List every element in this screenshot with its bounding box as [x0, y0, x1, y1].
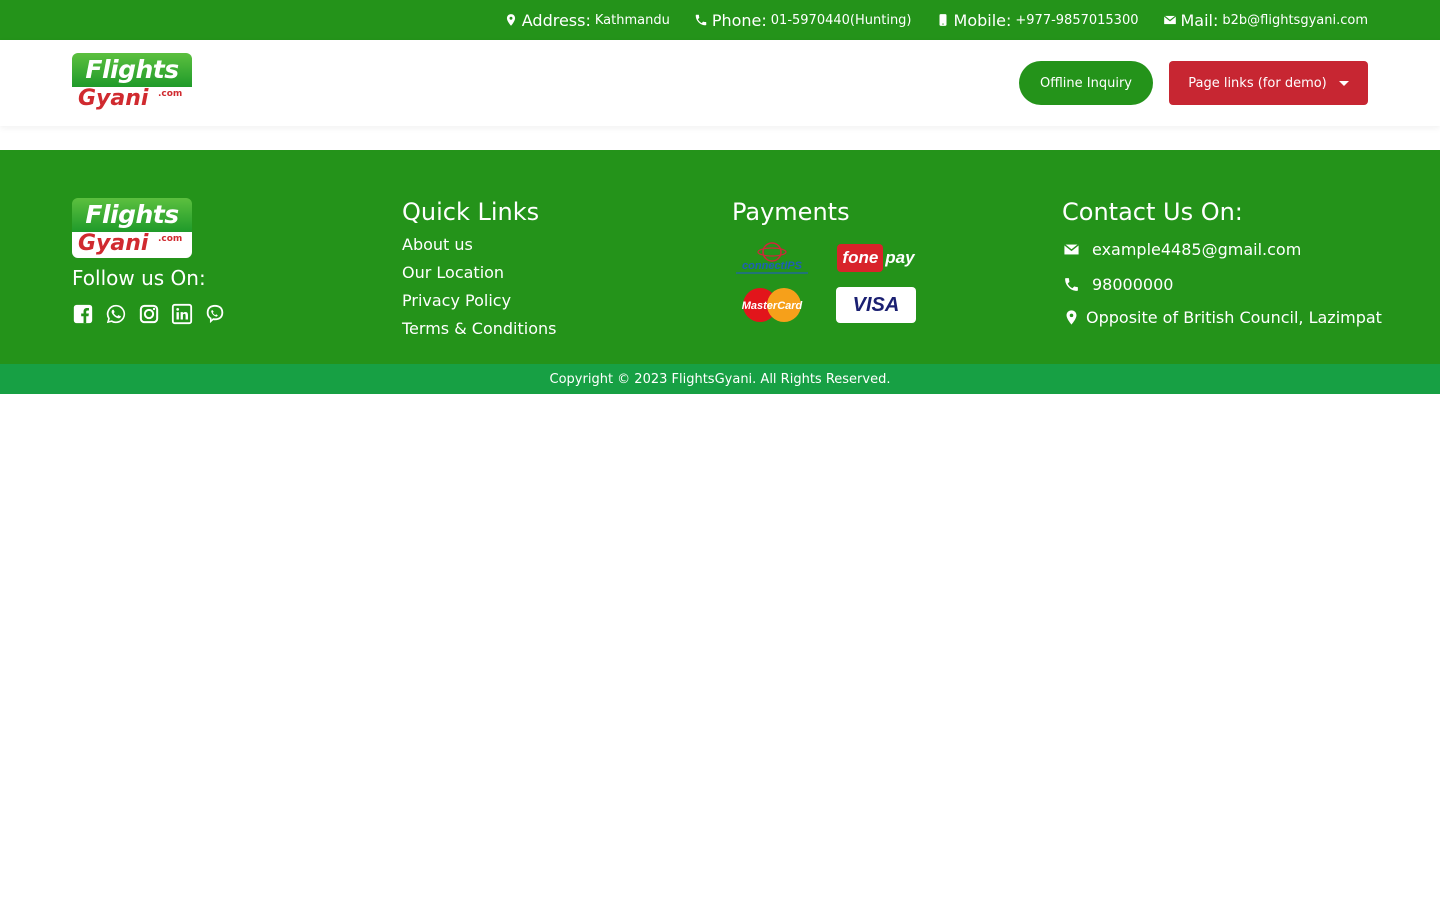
instagram-icon[interactable]: [138, 302, 160, 326]
address-label: Address:: [521, 10, 591, 30]
map-marker-icon: [1062, 309, 1080, 327]
contact-email[interactable]: example4485@gmail.com: [1062, 240, 1301, 259]
quick-link-terms-conditions[interactable]: Terms & Conditions: [402, 318, 556, 346]
phone-icon: [1062, 276, 1080, 294]
quick-link-about-us[interactable]: About us: [402, 234, 556, 262]
linkedin-icon[interactable]: [171, 302, 193, 326]
visa-text: VISA: [852, 293, 900, 316]
quick-link-our-location[interactable]: Our Location: [402, 262, 556, 290]
phone-value: 01-5970440(Hunting): [770, 12, 912, 28]
map-marker-icon: [504, 13, 518, 27]
connectips-text: connectIPS: [742, 260, 803, 272]
offline-inquiry-button[interactable]: Offline Inquiry: [1019, 61, 1153, 105]
contact-address-text: Opposite of British Council, Lazimpat: [1086, 308, 1382, 327]
quick-links-list: About us Our Location Privacy Policy Ter…: [402, 234, 556, 346]
follow-us-title: Follow us On:: [72, 266, 206, 290]
logo-com-text: .com: [158, 234, 183, 244]
topbar-mail[interactable]: Mail: b2b@flightsgyani.com: [1163, 10, 1368, 30]
mobile-value: +977-9857015300: [1015, 12, 1139, 28]
phone-label: Phone:: [711, 10, 767, 30]
logo-com-text: .com: [158, 89, 183, 99]
social-links: [72, 302, 226, 326]
payment-logos: connectIPS fone pay MasterCard VISA: [732, 240, 922, 324]
top-info-bar: Address: Kathmandu Phone: 01-5970440(Hun…: [0, 0, 1440, 40]
contact-us-title: Contact Us On:: [1062, 198, 1243, 226]
logo-flights-text: Flights: [72, 53, 192, 87]
phone-icon: [694, 13, 708, 27]
envelope-icon: [1062, 241, 1080, 259]
logo-flights-text: Flights: [72, 198, 192, 232]
caret-down-icon: [1338, 80, 1349, 86]
quick-link-privacy-policy[interactable]: Privacy Policy: [402, 290, 556, 318]
copyright-bar: Copyright © 2023 FlightsGyani. All Right…: [0, 364, 1440, 394]
payments-title: Payments: [732, 198, 850, 226]
fonepay-pay-text: pay: [885, 248, 915, 267]
contact-phone[interactable]: 98000000: [1062, 275, 1173, 294]
whatsapp-icon[interactable]: [105, 302, 127, 326]
envelope-icon: [1163, 13, 1177, 27]
mail-label: Mail:: [1180, 10, 1219, 30]
mobile-label: Mobile:: [953, 10, 1012, 30]
visa-logo: VISA: [836, 287, 916, 323]
address-value: Kathmandu: [594, 12, 670, 28]
page-links-label: Page links (for demo): [1188, 75, 1327, 91]
topbar-address: Address: Kathmandu: [504, 11, 670, 30]
footer-logo[interactable]: Flights Gyani .com: [72, 198, 192, 258]
topbar-phone[interactable]: Phone: 01-5970440(Hunting): [694, 11, 912, 30]
mail-value: b2b@flightsgyani.com: [1222, 12, 1368, 28]
fonepay-logo: fone pay: [836, 240, 916, 276]
facebook-icon[interactable]: [72, 302, 94, 326]
contact-email-text: example4485@gmail.com: [1092, 240, 1302, 259]
fonepay-fone-text: fone: [837, 244, 884, 272]
connectips-logo: connectIPS: [732, 240, 812, 276]
contact-address: Opposite of British Council, Lazimpat: [1062, 308, 1382, 327]
mastercard-text: MasterCard: [742, 300, 803, 312]
logo-gyani-text: Gyani: [78, 231, 149, 256]
site-footer: Flights Gyani .com Follow us On: Quick L…: [0, 150, 1440, 364]
site-logo[interactable]: Flights Gyani .com: [72, 53, 192, 113]
viber-icon[interactable]: [204, 302, 226, 326]
page-links-dropdown-button[interactable]: Page links (for demo): [1169, 61, 1368, 105]
mastercard-logo: MasterCard: [732, 287, 812, 323]
topbar-mobile[interactable]: Mobile: +977-9857015300: [936, 11, 1139, 30]
logo-gyani-text: Gyani: [78, 86, 149, 111]
contact-phone-text: 98000000: [1092, 275, 1174, 294]
site-header: Flights Gyani .com Offline Inquiry Page …: [0, 40, 1440, 126]
mobile-icon: [936, 13, 950, 27]
quick-links-title: Quick Links: [402, 198, 540, 226]
